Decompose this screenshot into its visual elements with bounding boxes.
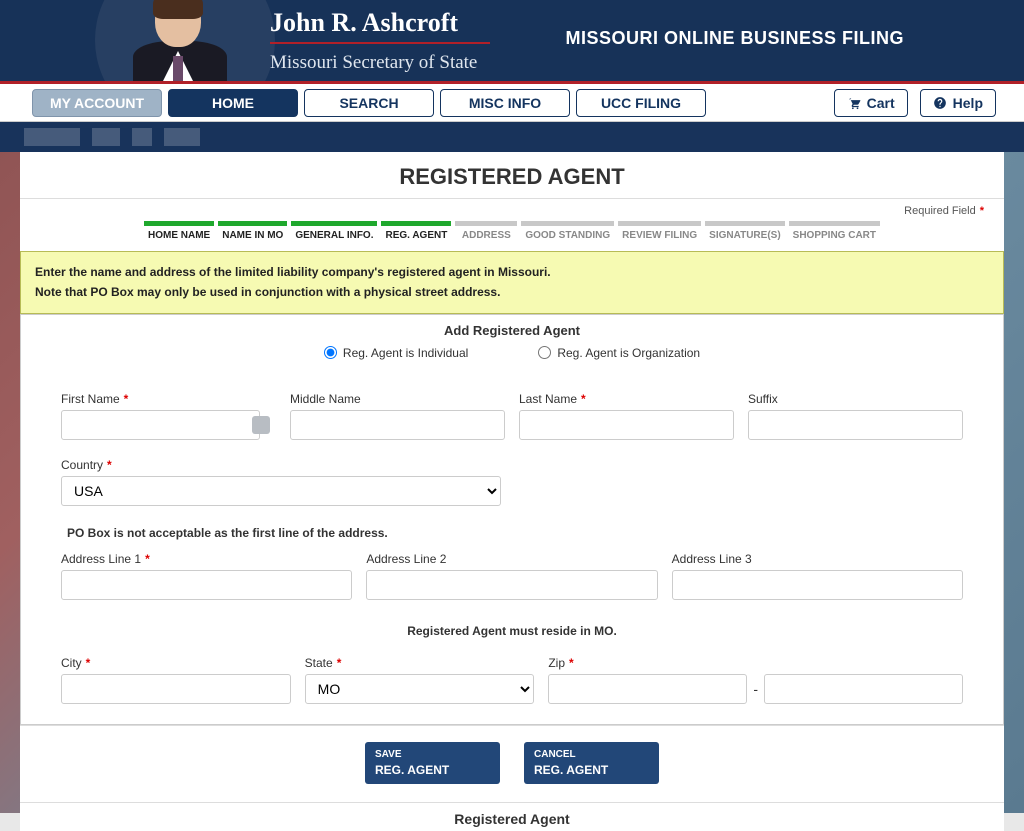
city-label: City [61,656,82,670]
registered-agent-section-header: Registered Agent [20,803,1004,831]
last-name-label: Last Name [519,392,577,406]
address1-label: Address Line 1 [61,552,141,566]
middle-name-input[interactable] [290,410,505,440]
address2-label: Address Line 2 [366,552,657,566]
banner-divider [270,42,490,44]
step-good-standing: GOOD STANDING [521,221,614,241]
header-banner: John R. Ashcroft Missouri Secretary of S… [0,0,1024,84]
help-label: Help [953,95,983,111]
step-reg-agent[interactable]: REG. AGENT [381,221,451,241]
required-field-note: Required Field* [20,199,1004,217]
nav-my-account[interactable]: MY ACCOUNT [32,89,162,117]
instruction-line2: Note that PO Box may only be used in con… [35,282,989,302]
nav-ucc-filing[interactable]: UCC FILING [576,89,706,117]
instruction-line1: Enter the name and address of the limite… [35,262,989,282]
city-input[interactable] [61,674,291,704]
progress-steps: HOME NAME NAME IN MO GENERAL INFO. REG. … [20,217,1004,251]
save-button-small: SAVE [375,748,490,761]
subnav-placeholder [164,128,200,146]
help-button[interactable]: Help [920,89,996,117]
main-card: REGISTERED AGENT Required Field* HOME NA… [20,152,1004,831]
address3-label: Address Line 3 [672,552,963,566]
cart-label: Cart [867,95,895,111]
official-portrait [125,0,235,81]
country-label: Country [61,458,103,472]
reside-note: Registered Agent must reside in MO. [61,624,963,638]
cancel-button-big: REG. AGENT [534,763,649,779]
state-label: State [305,656,333,670]
step-name-in-mo[interactable]: NAME IN MO [218,221,287,241]
radio-agent-organization-input[interactable] [538,346,551,359]
radio-agent-organization-label: Reg. Agent is Organization [557,346,700,360]
radio-agent-individual-label: Reg. Agent is Individual [343,346,468,360]
instruction-box: Enter the name and address of the limite… [20,251,1004,314]
agent-type-radio-group: Reg. Agent is Individual Reg. Agent is O… [21,342,1003,374]
cart-icon [847,96,861,110]
address1-input[interactable] [61,570,352,600]
page-title: REGISTERED AGENT [20,152,1004,198]
sub-navbar [0,122,1024,152]
zip-label: Zip [548,656,565,670]
save-reg-agent-button[interactable]: SAVE REG. AGENT [365,742,500,784]
first-name-input[interactable] [61,410,260,440]
cancel-reg-agent-button[interactable]: CANCEL REG. AGENT [524,742,659,784]
zip-plus4-input[interactable] [764,674,963,704]
nav-search[interactable]: SEARCH [304,89,434,117]
add-registered-agent-panel: Add Registered Agent Reg. Agent is Indiv… [20,314,1004,725]
zip-input[interactable] [548,674,747,704]
official-name: John R. Ashcroft [270,8,458,38]
help-icon [933,96,947,110]
address3-input[interactable] [672,570,963,600]
step-shopping-cart: SHOPPING CART [789,221,880,241]
address2-input[interactable] [366,570,657,600]
country-select[interactable]: USA [61,476,501,506]
middle-name-label: Middle Name [290,392,505,406]
subnav-placeholder [92,128,120,146]
zip-separator: - [753,681,758,697]
application-title: MISSOURI ONLINE BUSINESS FILING [565,28,904,49]
autofill-icon [252,416,270,434]
save-button-big: REG. AGENT [375,763,490,779]
cancel-button-small: CANCEL [534,748,649,761]
radio-agent-organization[interactable]: Reg. Agent is Organization [538,346,700,360]
subnav-placeholder [132,128,152,146]
step-address: ADDRESS [455,221,517,241]
main-navbar: MY ACCOUNT HOME SEARCH MISC INFO UCC FIL… [0,84,1024,122]
panel-heading: Add Registered Agent [21,315,1003,342]
nav-home[interactable]: HOME [168,89,298,117]
step-review-filing: REVIEW FILING [618,221,701,241]
step-home-name[interactable]: HOME NAME [144,221,214,241]
subnav-placeholder [24,128,80,146]
cart-button[interactable]: Cart [834,89,908,117]
state-select[interactable]: MO [305,674,535,704]
radio-agent-individual[interactable]: Reg. Agent is Individual [324,346,468,360]
step-signatures: SIGNATURE(S) [705,221,784,241]
first-name-label: First Name [61,392,120,406]
radio-agent-individual-input[interactable] [324,346,337,359]
nav-misc-info[interactable]: MISC INFO [440,89,570,117]
suffix-label: Suffix [748,392,963,406]
official-title: Missouri Secretary of State [270,52,477,74]
suffix-input[interactable] [748,410,963,440]
last-name-input[interactable] [519,410,734,440]
step-general-info[interactable]: GENERAL INFO. [291,221,377,241]
action-bar: SAVE REG. AGENT CANCEL REG. AGENT [20,725,1004,802]
